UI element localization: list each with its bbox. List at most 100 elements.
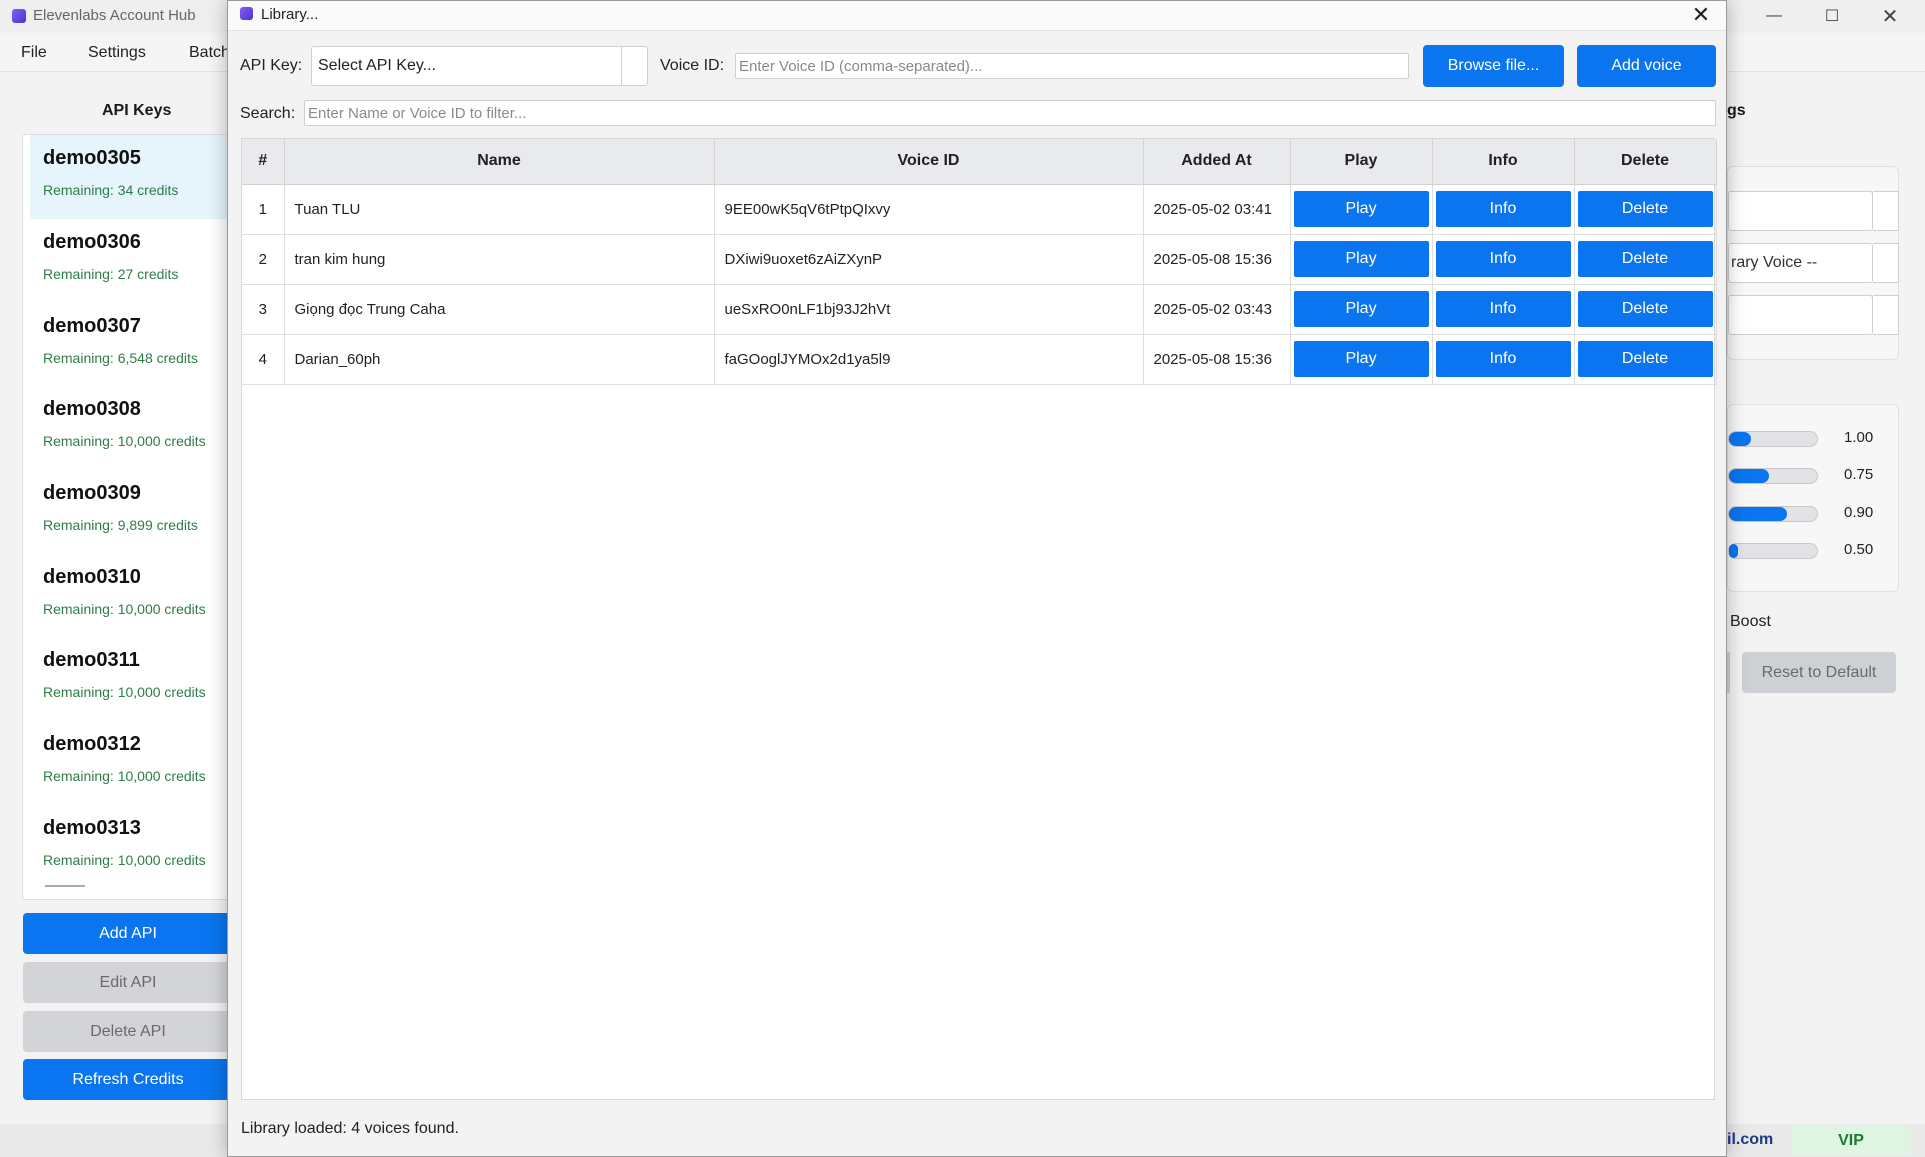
added-at: 2025-05-08 15:36	[1143, 334, 1291, 385]
account-email: il.com	[1727, 1131, 1774, 1148]
api-key-item[interactable]: demo0308 Remaining: 10,000 credits	[30, 386, 241, 470]
library-voice-select-text: rary Voice --	[1731, 254, 1818, 271]
api-key-item[interactable]: demo0313 Remaining: 10,000 credits	[30, 805, 241, 889]
delete-cell: Delete	[1574, 284, 1717, 335]
voice-library-table: # Name Voice ID Added At Play Info Delet…	[241, 138, 1717, 1100]
add-voice-button[interactable]: Add voice	[1577, 45, 1716, 87]
api-key-list[interactable]: demo0305 Remaining: 34 credits demo0306 …	[22, 134, 242, 900]
api-key-item[interactable]: demo0312 Remaining: 10,000 credits	[30, 721, 241, 805]
menu-file[interactable]: File	[21, 44, 47, 62]
delete-button[interactable]: Delete	[1577, 241, 1713, 277]
stability-value: 1.00	[1844, 429, 1874, 446]
menu-settings[interactable]: Settings	[88, 44, 146, 62]
api-key-remaining: Remaining: 9,899 credits	[43, 517, 198, 533]
api-key-item[interactable]: demo0310 Remaining: 10,000 credits	[30, 554, 241, 638]
column-header-name[interactable]: Name	[284, 139, 715, 185]
list-scrollbar[interactable]	[45, 885, 85, 887]
slider-fill	[1729, 544, 1738, 558]
chevron-down-icon[interactable]	[1873, 191, 1899, 231]
play-button[interactable]: Play	[1293, 341, 1429, 377]
similarity-slider[interactable]	[1728, 468, 1818, 484]
column-header-voice-id[interactable]: Voice ID	[714, 139, 1144, 185]
api-key-select[interactable]: Select API Key...	[311, 46, 648, 86]
voice-name: Tuan TLU	[284, 184, 715, 235]
api-key-item[interactable]: demo0305 Remaining: 34 credits	[30, 135, 241, 219]
delete-cell: Delete	[1574, 334, 1717, 385]
info-button[interactable]: Info	[1435, 241, 1571, 277]
voice-select[interactable]	[1728, 295, 1873, 335]
search-label: Search:	[240, 105, 296, 122]
voice-id: faGOoglJYMOx2d1ya5l9	[714, 334, 1144, 385]
chevron-down-icon[interactable]	[1873, 243, 1899, 283]
reset-default-button[interactable]: Reset to Default	[1742, 652, 1896, 693]
column-header-play[interactable]: Play	[1290, 139, 1433, 185]
info-cell: Info	[1432, 234, 1575, 285]
table-row[interactable]: 3 Giọng đọc Trung Caha ueSxRO0nLF1bj93J2…	[242, 284, 1717, 335]
column-header-delete[interactable]: Delete	[1574, 139, 1717, 185]
info-button[interactable]: Info	[1435, 341, 1571, 377]
save-settings-button-edge[interactable]	[1727, 652, 1730, 693]
chevron-down-icon[interactable]	[621, 47, 647, 85]
library-voice-select[interactable]: rary Voice --	[1728, 243, 1873, 283]
model-select[interactable]	[1728, 191, 1873, 231]
vip-badge: VIP	[1791, 1125, 1911, 1156]
api-key-item[interactable]: demo0307 Remaining: 6,548 credits	[30, 303, 241, 387]
api-key-remaining: Remaining: 34 credits	[43, 182, 179, 198]
voice-name: Darian_60ph	[284, 334, 715, 385]
added-at: 2025-05-02 03:43	[1143, 284, 1291, 335]
api-key-name: demo0309	[43, 482, 141, 504]
add-api-button[interactable]: Add API	[23, 913, 233, 954]
delete-api-button[interactable]: Delete API	[23, 1011, 233, 1052]
api-key-item[interactable]: demo0311 Remaining: 10,000 credits	[30, 637, 241, 721]
api-key-name: demo0311	[43, 649, 140, 671]
column-header-number[interactable]: #	[242, 139, 285, 185]
voice-id-input[interactable]	[735, 53, 1409, 79]
play-cell: Play	[1290, 234, 1433, 285]
menu-batch[interactable]: Batch	[189, 44, 230, 62]
info-button[interactable]: Info	[1435, 291, 1571, 327]
api-key-name: demo0306	[43, 231, 141, 253]
table-row[interactable]: 2 tran kim hung DXiwi9uoxet6zAiZXynP 202…	[242, 234, 1717, 285]
api-key-name: demo0308	[43, 398, 141, 420]
api-key-remaining: Remaining: 10,000 credits	[43, 852, 206, 868]
api-key-remaining: Remaining: 6,548 credits	[43, 350, 198, 366]
chevron-down-icon[interactable]	[1873, 295, 1899, 335]
edit-api-button[interactable]: Edit API	[23, 962, 233, 1003]
voice-sliders-group: 1.00 0.75 0.90 0.50	[1727, 404, 1899, 592]
api-key-name: demo0310	[43, 566, 141, 588]
browse-file-button[interactable]: Browse file...	[1423, 45, 1564, 87]
delete-button[interactable]: Delete	[1577, 191, 1713, 227]
style-slider[interactable]	[1728, 506, 1818, 522]
app-title: Elevenlabs Account Hub	[33, 7, 196, 24]
api-key-item[interactable]: demo0309 Remaining: 9,899 credits	[30, 470, 241, 554]
delete-button[interactable]: Delete	[1577, 291, 1713, 327]
row-number: 2	[242, 234, 285, 285]
play-button[interactable]: Play	[1293, 291, 1429, 327]
style-value: 0.90	[1844, 504, 1874, 521]
similarity-value: 0.75	[1844, 466, 1874, 483]
stability-slider[interactable]	[1728, 431, 1818, 447]
api-key-select-value: Select API Key...	[318, 57, 436, 74]
column-header-added-at[interactable]: Added At	[1143, 139, 1291, 185]
speaker-boost-label[interactable]: Boost	[1730, 613, 1771, 631]
close-icon[interactable]: ✕	[1686, 1, 1716, 29]
api-key-remaining: Remaining: 10,000 credits	[43, 433, 206, 449]
refresh-credits-button[interactable]: Refresh Credits	[23, 1059, 233, 1100]
play-cell: Play	[1290, 184, 1433, 235]
speed-slider[interactable]	[1728, 543, 1818, 559]
row-number: 1	[242, 184, 285, 235]
table-row[interactable]: 1 Tuan TLU 9EE00wK5qV6tPtpQIxvy 2025-05-…	[242, 184, 1717, 235]
library-dialog: Library... ✕ API Key: Select API Key... …	[227, 0, 1727, 1157]
play-button[interactable]: Play	[1293, 191, 1429, 227]
info-button[interactable]: Info	[1435, 191, 1571, 227]
delete-cell: Delete	[1574, 234, 1717, 285]
table-row[interactable]: 4 Darian_60ph faGOoglJYMOx2d1ya5l9 2025-…	[242, 334, 1717, 385]
api-key-item[interactable]: demo0306 Remaining: 27 credits	[30, 219, 241, 303]
api-key-remaining: Remaining: 10,000 credits	[43, 768, 206, 784]
search-input[interactable]	[304, 100, 1716, 126]
delete-button[interactable]: Delete	[1577, 341, 1713, 377]
play-button[interactable]: Play	[1293, 241, 1429, 277]
slider-fill	[1729, 432, 1751, 446]
api-key-name: demo0305	[43, 147, 141, 169]
column-header-info[interactable]: Info	[1432, 139, 1575, 185]
